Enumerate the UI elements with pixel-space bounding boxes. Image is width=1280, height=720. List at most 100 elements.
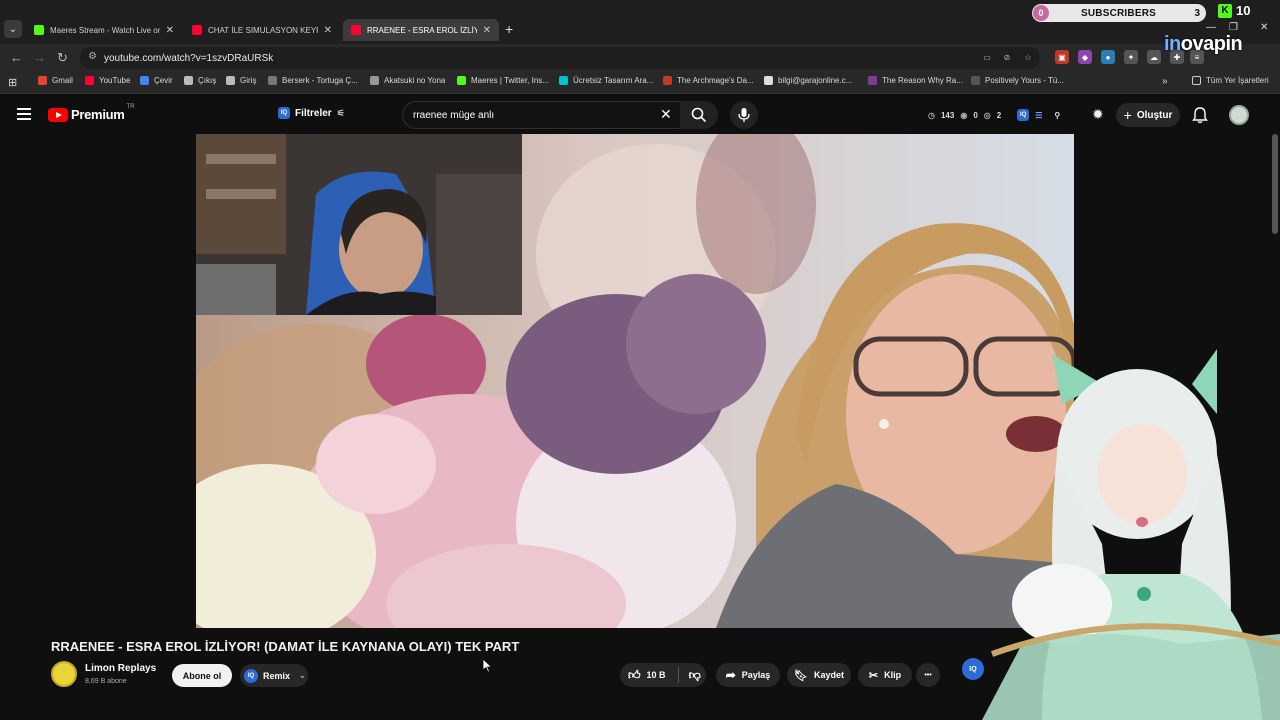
- tab-title: Maeres Stream - Watch Live on Kick: [50, 25, 160, 35]
- site-icon: [559, 76, 568, 85]
- bookmark-gmail[interactable]: Gmail: [38, 76, 73, 85]
- list-icon[interactable]: ☰: [1035, 111, 1042, 120]
- search-query-text: rraenee müge anlı: [413, 109, 495, 121]
- clip-label: Klip: [884, 670, 902, 680]
- tab-search-button[interactable]: ⌄: [4, 20, 22, 38]
- search-icon: [691, 107, 707, 123]
- clear-search-icon[interactable]: ✕: [660, 106, 672, 123]
- site-info-icon[interactable]: ⚙: [88, 51, 97, 62]
- cast-icon[interactable]: ▭: [980, 50, 994, 64]
- close-window-icon[interactable]: ✕: [1260, 22, 1268, 33]
- clip-button[interactable]: ✂ Klip: [858, 663, 912, 687]
- browser-tab-rraenee[interactable]: RRAENEE - ESRA EROL İZLİYOR!... ✕: [343, 19, 499, 41]
- logo-premium-text: Premium: [71, 107, 125, 122]
- iq-floating-button[interactable]: IQ: [962, 658, 984, 680]
- bookmark-berserk[interactable]: Berserk - Tortuga Ç...: [268, 76, 358, 85]
- bookmark-giris[interactable]: Giriş: [226, 76, 256, 85]
- bookmark-ucretsiz-tasarim[interactable]: Ücretsiz Tasarım Ara...: [559, 76, 653, 85]
- create-button[interactable]: + Oluştur: [1116, 103, 1180, 127]
- browser-tab-chat-simulasyon[interactable]: CHAT İLE SIMULASYON KEYFİ | ... ✕: [184, 19, 340, 41]
- extension-cloud-icon[interactable]: ☁: [1147, 50, 1161, 64]
- bookmark-label: Positively Yours - Tü...: [985, 76, 1064, 85]
- site-icon: [268, 76, 277, 85]
- apps-grid-icon[interactable]: ⊞: [8, 76, 17, 89]
- new-tab-button[interactable]: +: [505, 21, 513, 37]
- like-button[interactable]: 👍︎ 10 B: [628, 668, 666, 683]
- bookmark-reason-why[interactable]: The Reason Why Ra...: [868, 76, 963, 85]
- search-input[interactable]: rraenee müge anlı: [402, 101, 682, 129]
- bookmark-archmage[interactable]: The Archmage's Da...: [663, 76, 754, 85]
- remix-label: Remix: [263, 670, 291, 681]
- globe-icon: [764, 76, 773, 85]
- bookmark-cikis[interactable]: Çıkış: [184, 76, 216, 85]
- webcam-image: [196, 134, 522, 315]
- vtuber-avatar-overlay: [982, 349, 1280, 720]
- like-dislike-group: 👍︎ 10 B 👎︎: [620, 663, 706, 687]
- bookmark-positively-yours[interactable]: Positively Yours - Tü...: [971, 76, 1064, 85]
- back-icon[interactable]: ←: [10, 50, 23, 65]
- close-tab-icon[interactable]: ✕: [166, 25, 174, 36]
- close-tab-icon[interactable]: ✕: [324, 25, 332, 36]
- more-bookmarks-button[interactable]: »: [1162, 76, 1168, 87]
- channel-avatar[interactable]: [51, 661, 77, 687]
- page-icon: [184, 76, 193, 85]
- save-button[interactable]: 🔖︎ Kaydet: [787, 663, 851, 687]
- like-count: 10 B: [646, 670, 666, 680]
- youtube-play-icon: [48, 107, 68, 122]
- more-actions-button[interactable]: •••: [916, 663, 940, 687]
- all-bookmarks-folder[interactable]: Tüm Yer İşaretleri: [1192, 76, 1269, 85]
- page-icon: [226, 76, 235, 85]
- bookmark-garajonline[interactable]: bilgi@garajonline.c...: [764, 76, 852, 85]
- page-scrollbar[interactable]: [1272, 134, 1278, 234]
- trophy-icon[interactable]: ⚲: [1054, 111, 1060, 120]
- share-button[interactable]: ➦ Paylaş: [716, 663, 780, 687]
- bookmark-akatsuki[interactable]: Akatsuki no Yona: [370, 76, 445, 85]
- extension-blue-icon[interactable]: ●: [1101, 50, 1115, 64]
- extension-counter-icon[interactable]: ▣: [1055, 50, 1069, 64]
- minimize-icon[interactable]: —: [1206, 22, 1216, 33]
- subscribe-button[interactable]: Abone ol: [172, 664, 232, 687]
- kick-count: 10: [1236, 3, 1251, 18]
- channel-subscriber-count: 8,69 B abone: [85, 678, 127, 685]
- hide-eye-icon[interactable]: ⊘: [1000, 50, 1014, 64]
- bookmark-label: YouTube: [99, 76, 131, 85]
- browser-tab-kick[interactable]: Maeres Stream - Watch Live on Kick ✕: [26, 19, 182, 41]
- subscribers-label: SUBSCRIBERS: [1081, 7, 1156, 19]
- extension-bulb-icon[interactable]: ✦: [1124, 50, 1138, 64]
- youtube-premium-logo[interactable]: Premium TR: [48, 104, 135, 122]
- channel-name[interactable]: Limon Replays: [85, 663, 156, 674]
- plus-icon: +: [1123, 107, 1132, 123]
- url-field[interactable]: ⚙ youtube.com/watch?v=1szvDRaURSk: [80, 47, 1040, 69]
- kick-favicon-icon: [34, 25, 44, 35]
- dislike-button[interactable]: 👎︎: [689, 668, 701, 683]
- bookmark-label: Çıkış: [198, 76, 217, 85]
- bookmark-star-icon[interactable]: ☆: [1021, 50, 1035, 64]
- bookmark-cevir[interactable]: Çevir: [140, 76, 173, 85]
- url-text: youtube.com/watch?v=1szvDRaURSk: [104, 52, 274, 64]
- eye-icon: ◉: [960, 110, 968, 120]
- extension-gear-icon[interactable]: ✹: [1092, 106, 1104, 123]
- iq-extension-icon[interactable]: IQ: [1017, 109, 1030, 121]
- close-tab-icon[interactable]: ✕: [483, 25, 491, 36]
- sponsor-logo-suffix: ovapin: [1180, 33, 1243, 55]
- remix-button[interactable]: IQ Remix ⌄: [240, 664, 308, 687]
- video-player[interactable]: [196, 134, 1074, 628]
- extension-purple-icon[interactable]: ◆: [1078, 50, 1092, 64]
- chevron-down-icon: ⌄: [299, 671, 306, 680]
- forward-icon[interactable]: →: [33, 50, 46, 65]
- reload-icon[interactable]: ↻: [57, 50, 68, 66]
- maximize-icon[interactable]: ❐: [1229, 22, 1238, 33]
- bookmark-label: Giriş: [240, 76, 257, 85]
- all-bookmarks-label: Tüm Yer İşaretleri: [1206, 76, 1269, 85]
- filters-button[interactable]: IQ Filtreler ⚟: [278, 107, 345, 119]
- notifications-bell-icon[interactable]: [1192, 106, 1208, 124]
- menu-hamburger-icon[interactable]: [17, 108, 31, 120]
- video-title: RRAENEE - ESRA EROL İZLİYOR! (DAMAT İLE …: [51, 639, 520, 654]
- search-button[interactable]: [680, 101, 718, 129]
- bookmark-label: The Archmage's Da...: [677, 76, 754, 85]
- account-avatar[interactable]: [1229, 105, 1249, 125]
- sponsor-logo-overlay: inovapin: [1164, 33, 1243, 56]
- bookmark-maeres-twitter[interactable]: Maeres | Twitter, Ins...: [457, 76, 549, 85]
- voice-search-button[interactable]: [730, 101, 758, 129]
- bookmark-youtube[interactable]: YouTube: [85, 76, 130, 85]
